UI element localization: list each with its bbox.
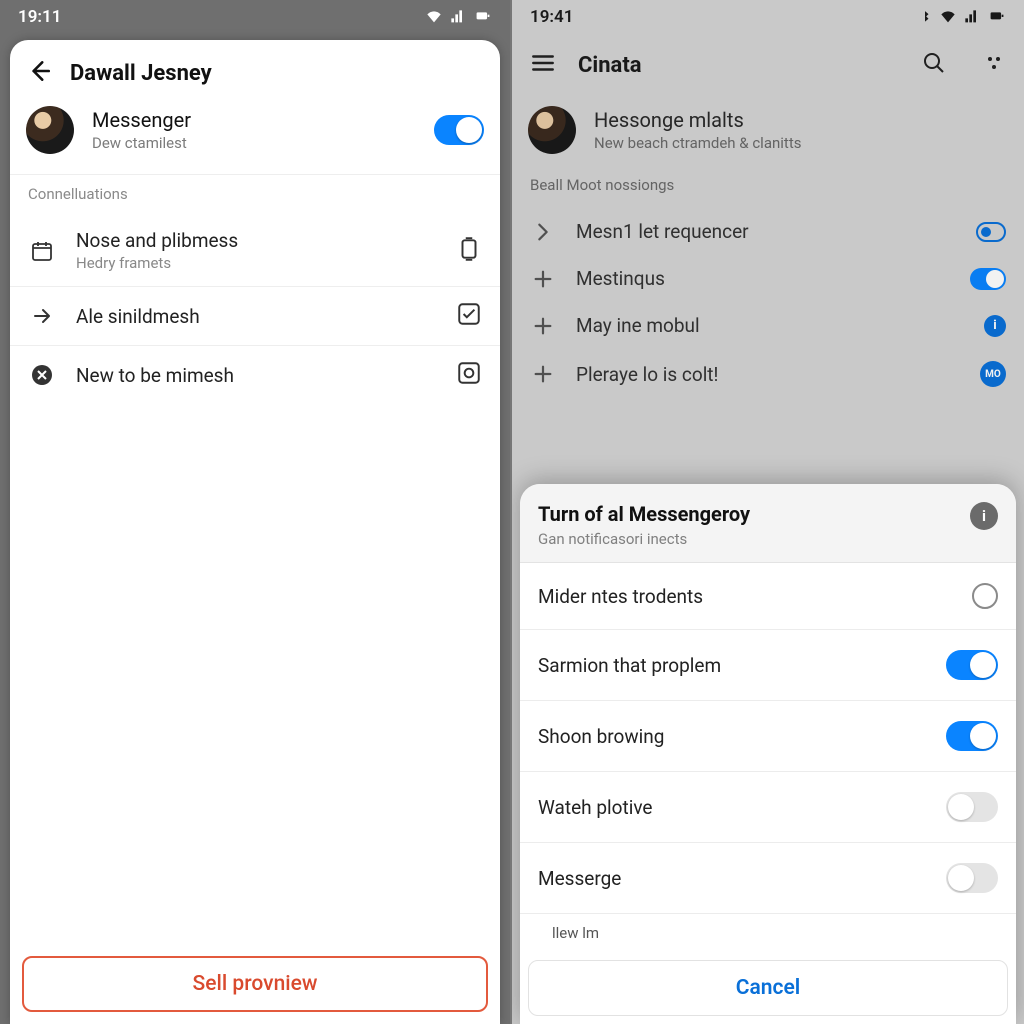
profile-name: Messenger (92, 108, 416, 132)
toggle[interactable] (970, 268, 1006, 290)
row-title: Nose and plibmess (76, 229, 436, 252)
option-mider[interactable]: Mider ntes trodents (520, 563, 1016, 630)
screen-left: 19:11 Dawall Jesney Messenger Dew ctamil… (0, 0, 512, 1024)
status-bar: 19:11 (0, 0, 510, 34)
toggle[interactable] (946, 650, 998, 680)
plus-icon (530, 315, 556, 337)
avatar (528, 106, 576, 154)
messenger-toggle[interactable] (434, 115, 484, 145)
screen-right: 19:41 Cinata Hessonge mlalts (512, 0, 1024, 1024)
wifi-icon (426, 9, 442, 25)
battery-icon (474, 10, 492, 24)
toggle[interactable] (946, 721, 998, 751)
option-sarmion[interactable]: Sarmion that proplem (520, 630, 1016, 701)
wifi-icon (940, 9, 956, 25)
profile-row[interactable]: Hessonge mlalts New beach ctramdeh & cla… (512, 96, 1024, 170)
profile-sub: New beach ctramdeh & clanitts (594, 134, 801, 152)
profile-name: Hessonge mlalts (594, 108, 801, 132)
row-ale[interactable]: Ale sinildmesh (10, 286, 500, 345)
row-requencer[interactable]: Mesn1 let requencer (512, 208, 1024, 255)
section-label: Connelluations (10, 174, 500, 215)
bluetooth-icon (918, 10, 932, 24)
plus-icon (530, 363, 556, 385)
search-icon[interactable] (922, 51, 946, 79)
sheet-extra-row[interactable]: llew lm (520, 914, 1016, 952)
option-shoon[interactable]: Shoon browing (520, 701, 1016, 772)
row-pleraye[interactable]: Pleraye lo is colt! MO (512, 349, 1024, 399)
header: Cinata (512, 34, 1024, 96)
status-time: 19:11 (18, 7, 61, 27)
signal-icon (450, 9, 466, 25)
battery-icon (988, 10, 1006, 24)
row-title: New to be mimesh (76, 364, 436, 387)
toggle[interactable] (946, 863, 998, 893)
cancel-button[interactable]: Cancel (528, 960, 1008, 1016)
status-time: 19:41 (530, 7, 573, 27)
sheet-title: Turn of al Messengeroy (538, 502, 958, 526)
checkbox-checked-icon[interactable] (456, 301, 482, 331)
row-title: Ale sinildmesh (76, 305, 436, 328)
status-bar: 19:41 (512, 0, 1024, 34)
menu-icon[interactable] (530, 50, 556, 80)
device-icon (456, 236, 482, 266)
plus-icon (530, 268, 556, 290)
outline-toggle[interactable] (976, 222, 1006, 242)
badge-icon: MO (980, 361, 1006, 387)
row-new[interactable]: New to be mimesh (10, 345, 500, 404)
sheet-sub: Gan notificasori inects (538, 530, 958, 548)
avatar (26, 106, 74, 154)
page-title: Dawall Jesney (70, 61, 212, 86)
row-nose[interactable]: Nose and plibmess Hedry framets (10, 215, 500, 286)
page-title: Cinata (578, 53, 900, 78)
info-icon[interactable]: i (970, 502, 998, 530)
profile-sub: Dew ctamilest (92, 134, 416, 152)
signal-icon (964, 9, 980, 25)
option-messerge[interactable]: Messerge (520, 843, 1016, 914)
sell-provniew-button[interactable]: Sell provniew (22, 956, 488, 1012)
info-icon[interactable]: i (984, 315, 1006, 337)
back-icon[interactable] (26, 58, 52, 88)
option-wateh[interactable]: Wateh plotive (520, 772, 1016, 843)
chevron-right-icon (530, 221, 556, 243)
row-mayine[interactable]: May ine mobul i (512, 302, 1024, 349)
more-icon[interactable] (982, 51, 1006, 79)
camera-box-icon (456, 360, 482, 390)
toggle[interactable] (946, 792, 998, 822)
close-circle-icon (28, 363, 56, 387)
radio-icon[interactable] (972, 583, 998, 609)
profile-row[interactable]: Messenger Dew ctamilest (10, 98, 500, 174)
bottom-sheet: Turn of al Messengeroy Gan notificasori … (520, 484, 1016, 1024)
calendar-icon (28, 239, 56, 263)
row-sub: Hedry framets (76, 254, 436, 272)
arrow-right-icon (28, 304, 56, 328)
settings-card: Dawall Jesney Messenger Dew ctamilest Co… (10, 40, 500, 1024)
section-label: Beall Moot nossiongs (512, 170, 1024, 208)
row-mestinqus[interactable]: Mestinqus (512, 255, 1024, 302)
